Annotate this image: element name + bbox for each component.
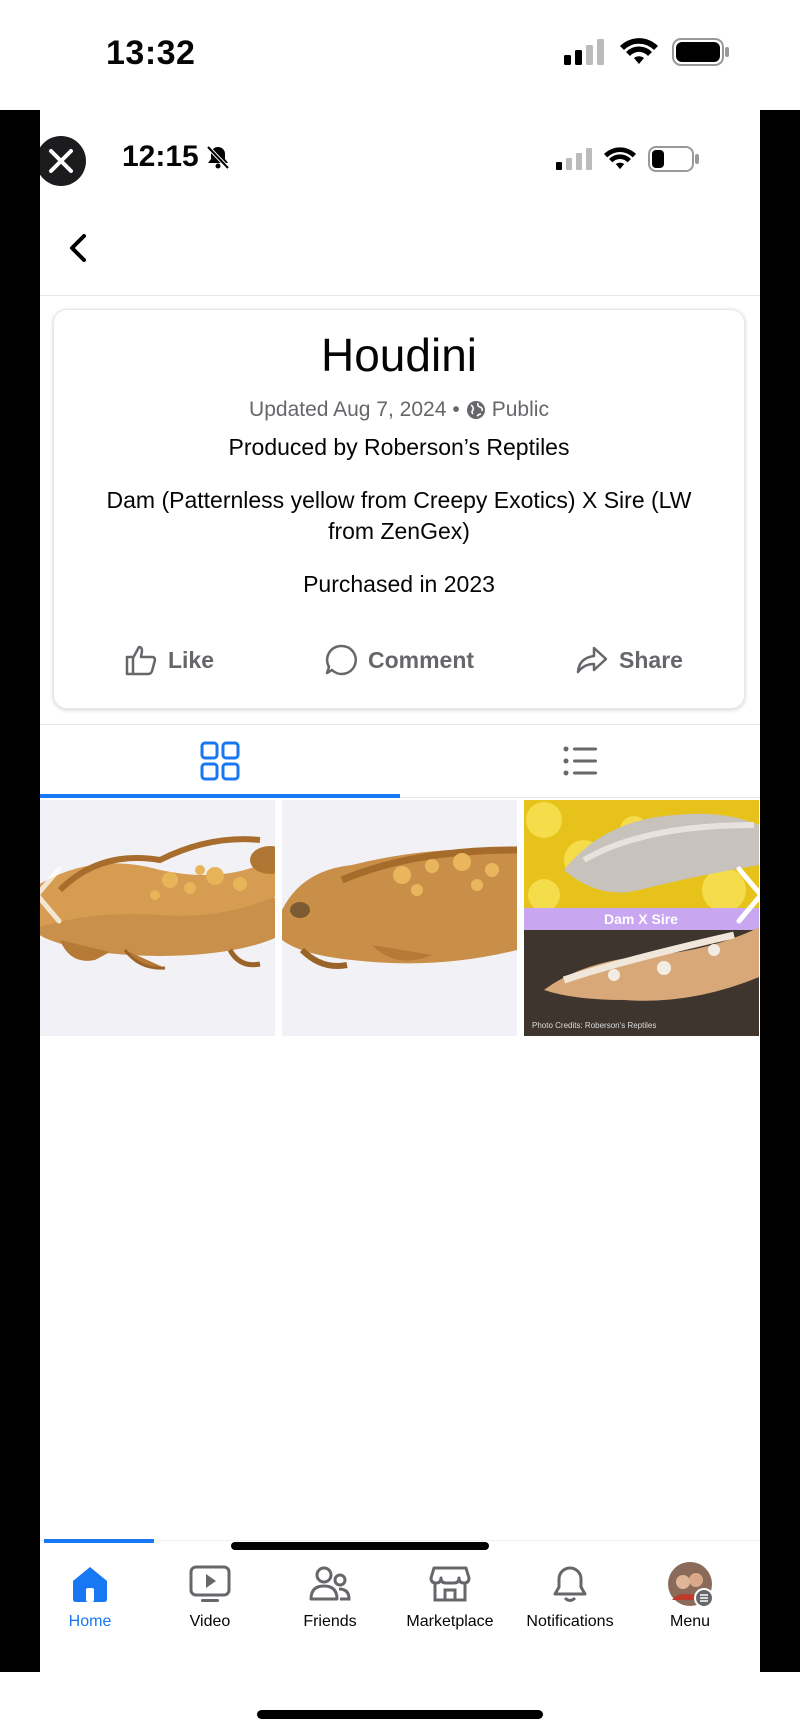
nav-notifications[interactable]: Notifications (510, 1541, 630, 1641)
list-icon (563, 746, 597, 776)
wifi-icon (620, 38, 658, 64)
share-icon (576, 646, 608, 674)
comment-icon (325, 644, 357, 676)
back-button[interactable] (58, 228, 98, 268)
nav-notifications-label: Notifications (526, 1613, 614, 1630)
cellular-signal-icon (564, 39, 604, 65)
share-label: Share (619, 646, 683, 673)
app-screen: 12:15 Houdini Updated Aug 7, 2024 • Publ… (40, 110, 760, 1672)
nav-friends[interactable]: Friends (270, 1541, 390, 1641)
post-card: Houdini Updated Aug 7, 2024 • Public Pro… (53, 309, 745, 709)
chevron-right-icon (736, 866, 760, 924)
share-button[interactable]: Share (514, 640, 744, 680)
photo-tile-2[interactable] (282, 800, 517, 1036)
post-lineage-line: Dam (Patternless yellow from Creepy Exot… (106, 487, 692, 544)
outer-home-indicator (257, 1710, 543, 1719)
post-actions: Like Comment Share (54, 640, 744, 680)
nav-home-label: Home (68, 1613, 112, 1630)
close-icon (49, 149, 73, 173)
comment-label: Comment (367, 646, 475, 673)
inner-home-indicator (231, 1542, 489, 1550)
view-tabs (40, 724, 760, 798)
nav-marketplace[interactable]: Marketplace (390, 1541, 510, 1641)
nav-menu-label: Menu (669, 1613, 711, 1630)
like-label: Like (167, 646, 215, 673)
letterbox-left (0, 110, 40, 1672)
marketplace-icon (429, 1566, 471, 1602)
outer-status-bar: 13:32 (0, 0, 800, 110)
tab-grid-view[interactable] (40, 725, 400, 798)
post-purchase-line: Purchased in 2023 (303, 571, 495, 597)
cellular-signal-icon (556, 148, 592, 170)
tab-list-view[interactable] (400, 725, 760, 797)
nav-video[interactable]: Video (150, 1541, 270, 1641)
post-title: Houdini (321, 329, 477, 381)
post-updated-date: Updated Aug 7, 2024 (249, 398, 447, 421)
post-privacy: Public (491, 398, 549, 421)
nav-video-label: Video (189, 1613, 231, 1630)
post-producer-line: Produced by Roberson’s Reptiles (228, 434, 570, 460)
wifi-icon (604, 147, 636, 170)
bottom-nav-bar: Home Video Friends Marketplace Notificat… (40, 1539, 760, 1672)
outer-status-icons (564, 38, 730, 66)
post-meta: Updated Aug 7, 2024 • Public (54, 398, 744, 422)
chevron-left-icon (70, 234, 86, 262)
next-photo-button[interactable] (720, 840, 760, 950)
comment-button[interactable]: Comment (284, 640, 514, 680)
meta-separator: • (452, 398, 460, 421)
chevron-left-icon (40, 866, 62, 924)
home-icon (73, 1567, 107, 1602)
bell-icon (553, 1566, 587, 1602)
nav-friends-label: Friends (303, 1613, 357, 1630)
nav-marketplace-label: Marketplace (406, 1613, 494, 1630)
avatar (668, 1562, 714, 1608)
header-divider (40, 295, 760, 296)
photo-grid: Dam X Sire Photo Credits: Roberson’s Rep… (40, 800, 760, 1036)
collage-caption: Dam X Sire (604, 911, 678, 927)
close-button[interactable] (40, 136, 86, 186)
video-icon (189, 1565, 231, 1602)
outer-status-time: 13:32 (106, 34, 196, 72)
active-tab-indicator (40, 794, 400, 798)
inner-status-icons (556, 146, 700, 172)
grid-icon (200, 741, 240, 781)
collage-photo-credit: Photo Credits: Roberson’s Reptiles (532, 1021, 656, 1030)
friends-icon (309, 1566, 351, 1601)
battery-low-icon (648, 146, 699, 172)
inner-status-time: 12:15 (122, 140, 199, 173)
like-button[interactable]: Like (54, 640, 284, 680)
gecko-photo-2 (282, 800, 517, 1036)
bell-muted-icon (206, 145, 230, 170)
battery-icon (672, 38, 729, 66)
previous-photo-button[interactable] (40, 840, 78, 950)
nav-menu[interactable]: Menu (630, 1541, 750, 1641)
globe-icon (466, 401, 485, 419)
thumbs-up-icon (125, 645, 157, 676)
inner-status-time-group: 12:15 (122, 140, 231, 174)
nav-home[interactable]: Home (40, 1541, 150, 1641)
letterbox-right (760, 110, 800, 1672)
